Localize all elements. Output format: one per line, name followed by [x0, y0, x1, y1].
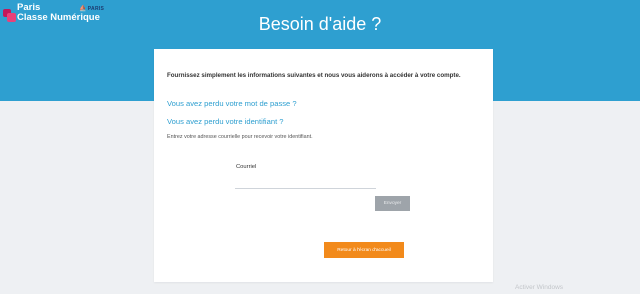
forgot-password-link[interactable]: Vous avez perdu votre mot de passe ?: [167, 99, 297, 108]
activate-windows-watermark: Activer Windows: [515, 284, 564, 291]
help-card: Fournissez simplement les informations s…: [154, 49, 493, 282]
email-field[interactable]: [235, 176, 376, 189]
identifier-hint: Entrez votre adresse courrielle pour rec…: [167, 134, 313, 140]
intro-text: Fournissez simplement les informations s…: [167, 72, 461, 79]
partner-logo-text: PARIS: [87, 5, 105, 12]
forgot-identifier-link[interactable]: Vous avez perdu votre identifiant ?: [167, 117, 284, 126]
send-button[interactable]: Envoyer: [375, 196, 410, 211]
back-to-home-button[interactable]: Retour à l'écran d'accueil: [324, 242, 404, 258]
ville-de-paris-logo: ⛵ PARIS: [79, 5, 105, 13]
page-title: Besoin d'aide ?: [258, 14, 382, 34]
email-label: Courriel: [236, 164, 257, 170]
ship-icon: ⛵: [79, 6, 87, 12]
